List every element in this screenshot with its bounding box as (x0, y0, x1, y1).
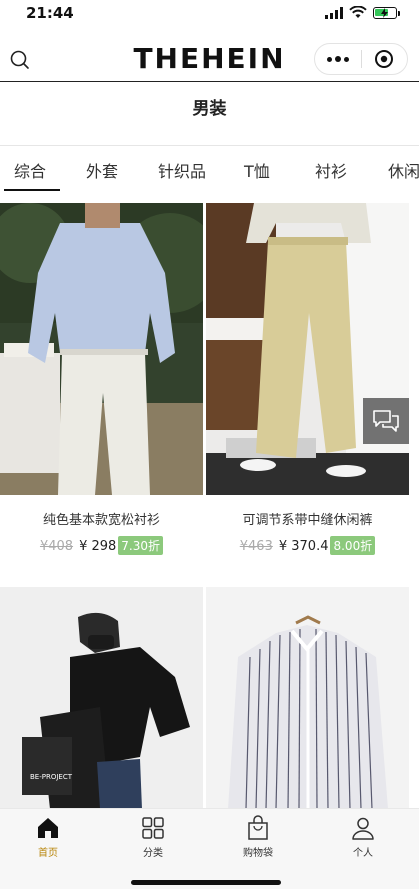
discount-badge: 7.30折 (118, 536, 164, 555)
nav-home[interactable]: 首页 (8, 815, 88, 859)
active-tab-indicator (4, 189, 60, 191)
product-card[interactable] (206, 587, 409, 809)
status-bar: 21:44 (0, 0, 419, 26)
product-card[interactable]: 纯色基本款宽松衬衫 ¥408 ¥ 298 7.30折 (0, 203, 203, 583)
status-icons (325, 6, 400, 19)
tab-shirt[interactable]: 衬衫 (315, 158, 347, 182)
battery-icon (373, 6, 400, 19)
header: THEHEIN (0, 38, 419, 82)
product-image[interactable]: BE-PROJECT (0, 587, 203, 809)
nav-home-label: 首页 (38, 848, 58, 859)
product-image[interactable] (0, 203, 203, 495)
product-prices: ¥408 ¥ 298 7.30折 (0, 536, 203, 555)
nav-category[interactable]: 分类 (113, 815, 193, 859)
bag-icon (248, 815, 268, 840)
home-icon (38, 818, 58, 838)
category-tabs: 综合 外套 针织品 T恤 衬衫 休闲 (0, 146, 419, 194)
nav-category-label: 分类 (143, 848, 163, 859)
tab-all[interactable]: 综合 (14, 158, 46, 182)
signal-icon (325, 6, 343, 19)
mini-program-capsule (314, 43, 408, 75)
nav-profile[interactable]: 个人 (323, 815, 403, 859)
product-name[interactable]: 可调节系带中缝休闲裤 (206, 509, 409, 528)
product-prices: ¥463 ¥ 370.4 8.00折 (206, 536, 409, 555)
more-icon[interactable] (315, 44, 361, 74)
grid-icon (142, 817, 164, 839)
header-divider (0, 81, 419, 82)
original-price: ¥408 (39, 539, 74, 554)
bottom-nav: 首页 分类 购物袋 个人 (0, 808, 419, 889)
tab-casual[interactable]: 休闲 (388, 158, 419, 182)
product-image[interactable] (206, 203, 409, 495)
original-price: ¥463 (239, 539, 273, 554)
product-card[interactable]: BE-PROJECT (0, 587, 203, 809)
product-image[interactable] (206, 587, 409, 809)
tab-tshirt[interactable]: T恤 (244, 158, 270, 182)
product-name[interactable]: 纯色基本款宽松衬衫 (0, 509, 203, 528)
sale-price: ¥ 298 (79, 539, 117, 554)
sale-price: ¥ 370.4 (278, 539, 329, 554)
nav-profile-label: 个人 (353, 848, 373, 859)
chat-icon[interactable] (363, 398, 409, 444)
bag-print: BE-PROJECT (30, 773, 73, 781)
close-icon[interactable] (361, 44, 407, 74)
person-icon (352, 817, 374, 840)
tab-knitwear[interactable]: 针织品 (158, 158, 206, 182)
nav-bag[interactable]: 购物袋 (218, 815, 298, 859)
discount-badge: 8.00折 (330, 536, 376, 555)
home-indicator (131, 880, 281, 885)
status-time: 21:44 (26, 4, 74, 22)
nav-bag-label: 购物袋 (243, 848, 273, 859)
wifi-icon (349, 6, 367, 18)
page-title: 男装 (192, 99, 227, 119)
tab-outerwear[interactable]: 外套 (86, 158, 118, 182)
product-card[interactable]: 可调节系带中缝休闲裤 ¥463 ¥ 370.4 8.00折 (206, 203, 409, 583)
